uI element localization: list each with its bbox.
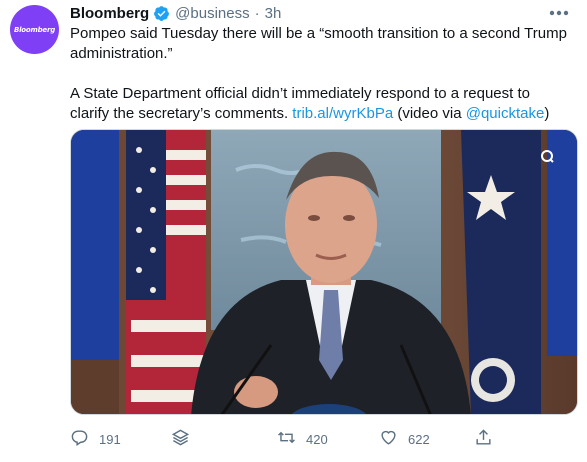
like-button[interactable]: 622 [379,428,430,450]
tweet-header: Bloomberg @business · 3h [70,3,281,23]
verified-badge-icon [153,5,170,22]
timestamp[interactable]: 3h [265,5,282,22]
retweet-icon [277,428,296,450]
display-name[interactable]: Bloomberg [70,5,149,22]
share-button[interactable] [474,428,493,450]
retweet-count: 420 [306,431,328,447]
reply-button[interactable]: 191 [70,428,121,450]
tweet-paragraph-2: A State Department official didn’t immed… [70,84,570,124]
tweet-text: Pompeo said Tuesday there will be a “smo… [70,24,570,124]
avatar-logo-text: Bloomberg [13,25,56,34]
via-prefix: (video via [397,105,462,122]
tweet-paragraph-1: Pompeo said Tuesday there will be a “smo… [70,25,567,62]
video-player[interactable] [70,129,578,415]
share-icon [474,428,493,450]
like-icon [379,428,398,450]
via-suffix: ) [544,105,550,122]
tweet-actions: 191 420 622 [70,428,570,452]
stack-button[interactable] [171,428,190,450]
more-options-icon[interactable] [549,3,569,23]
video-frame [71,130,577,414]
mention-link[interactable]: @quicktake [466,105,545,122]
tweet-link[interactable]: trib.al/wyrKbPa [292,105,393,122]
like-count: 622 [408,431,430,447]
stack-icon [171,428,190,450]
separator-dot: · [254,4,260,22]
retweet-button[interactable]: 420 [277,428,328,450]
avatar[interactable]: Bloomberg [10,5,59,54]
reply-count: 191 [99,431,121,447]
video-settings-icon[interactable] [539,148,555,164]
handle[interactable]: @business [175,5,249,22]
reply-icon [70,428,89,450]
